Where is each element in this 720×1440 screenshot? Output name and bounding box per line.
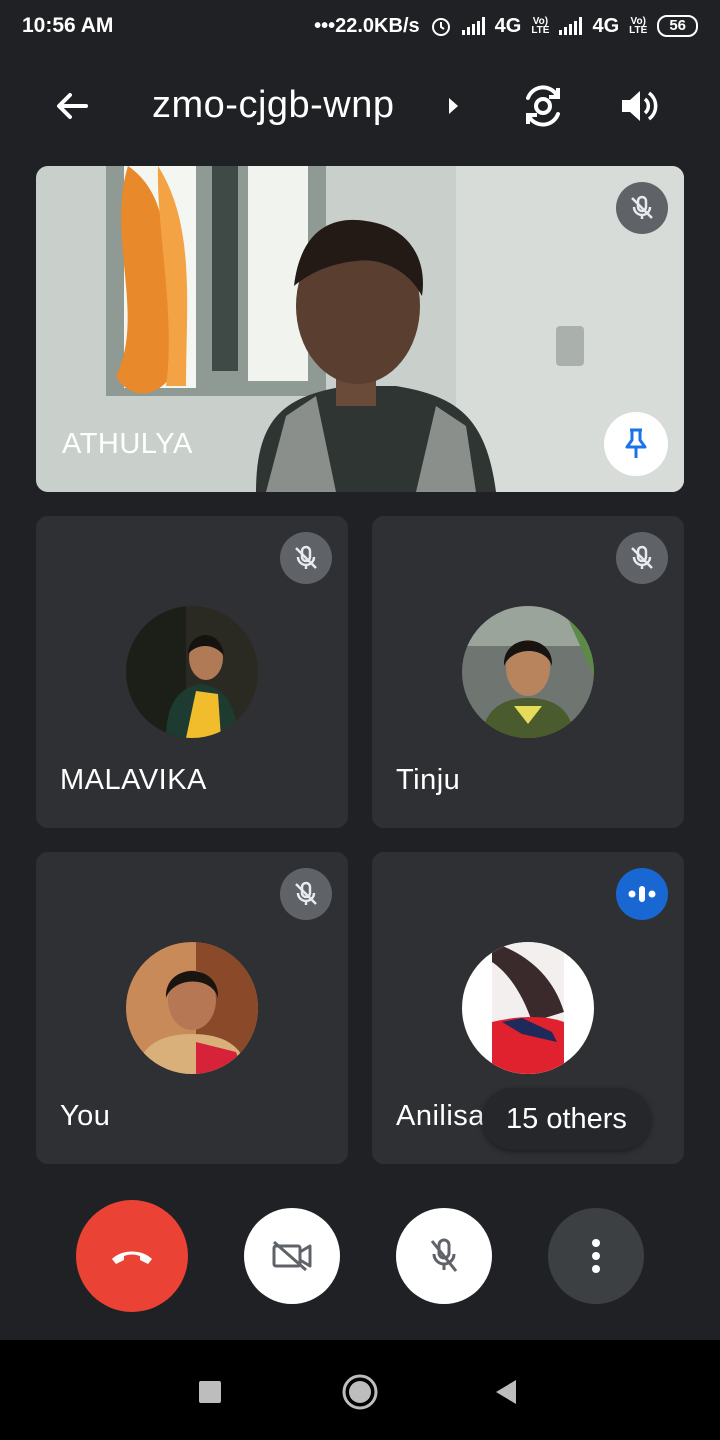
self-tile[interactable]: You	[36, 852, 348, 1164]
muted-badge	[280, 868, 332, 920]
back-triangle-icon[interactable]	[494, 1378, 518, 1406]
participant-tile[interactable]: Tinju	[372, 516, 684, 828]
participant-tile[interactable]: MALAVIKA	[36, 516, 348, 828]
mic-off-icon	[631, 545, 653, 569]
volte-icon-1: Vo) LTE	[531, 16, 550, 36]
muted-badge	[616, 532, 668, 584]
back-arrow-icon[interactable]	[52, 86, 92, 126]
main-muted-badge	[616, 182, 668, 234]
participant-name: ATHULYA	[62, 428, 193, 460]
status-icons: •••22.0KB/s 4G Vo) LTE 4G Vo) LTE 56	[314, 15, 698, 38]
end-call-button[interactable]	[76, 1200, 188, 1312]
pin-button[interactable]	[604, 412, 668, 476]
switch-camera-icon[interactable]	[520, 84, 566, 128]
mic-off-icon	[295, 881, 317, 905]
volte-icon-2: Vo) LTE	[629, 16, 648, 36]
participant-name: MALAVIKA	[60, 764, 207, 796]
network-type-2: 4G	[592, 14, 620, 37]
status-bar: 10:56 AM •••22.0KB/s 4G Vo) LTE 4G Vo) LTE…	[0, 0, 720, 52]
network-type-1: 4G	[494, 14, 522, 37]
home-circle-icon[interactable]	[341, 1373, 379, 1411]
participant-name: You	[60, 1100, 111, 1132]
avatar	[462, 942, 594, 1074]
mic-off-icon	[295, 545, 317, 569]
hang-up-icon	[112, 1251, 152, 1264]
network-speed: •••22.0KB/s	[314, 14, 420, 37]
main-video-tile[interactable]: ATHULYA	[36, 166, 684, 492]
others-count-chip[interactable]: 15 others	[482, 1088, 651, 1150]
participant-name: Tinju	[396, 764, 461, 796]
alarm-icon	[431, 18, 450, 36]
pin-icon	[625, 428, 647, 458]
muted-badge	[280, 532, 332, 584]
avatar	[126, 606, 258, 738]
battery-indicator: 56	[657, 15, 698, 37]
mic-off-icon	[631, 195, 653, 219]
speaker-icon[interactable]	[618, 86, 660, 126]
meeting-header: zmo-cjgb-wnp	[0, 70, 720, 142]
avatar	[126, 942, 258, 1074]
audio-level-icon	[628, 886, 656, 902]
meeting-code[interactable]: zmo-cjgb-wnp	[152, 84, 395, 127]
avatar	[462, 606, 594, 738]
mic-off-icon	[430, 1238, 458, 1272]
speaking-badge	[616, 868, 668, 920]
camera-toggle-button[interactable]	[244, 1208, 340, 1304]
status-time: 10:56 AM	[22, 14, 114, 37]
recents-square-icon[interactable]	[198, 1380, 222, 1404]
participant-name: Anilisa	[396, 1100, 485, 1132]
system-nav-bar	[0, 1340, 720, 1440]
signal-icon-2	[559, 17, 583, 35]
more-options-button[interactable]	[548, 1208, 644, 1304]
more-vert-icon	[592, 1239, 600, 1273]
signal-icon-1	[461, 17, 485, 35]
chevron-right-icon[interactable]	[444, 94, 462, 118]
video-off-icon	[272, 1240, 312, 1272]
mic-toggle-button[interactable]	[396, 1208, 492, 1304]
